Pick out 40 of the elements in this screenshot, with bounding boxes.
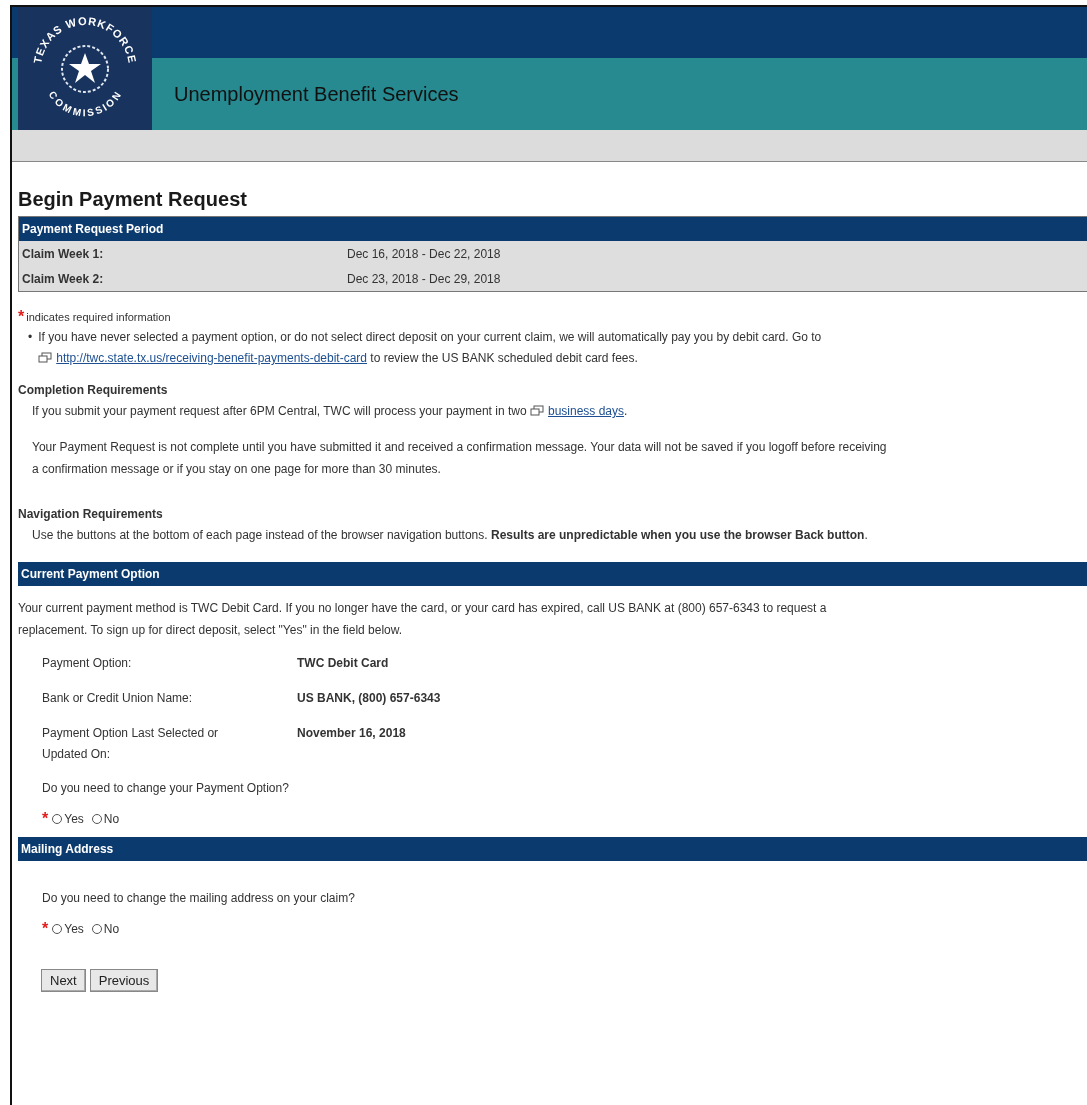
fees-link[interactable]: http://twc.state.tx.us/receiving-benefit-payments-debit-card [56,351,367,365]
row-label: Claim Week 1: [22,246,105,261]
question-text: Do you need to change the mailing address on your claim? [41,891,356,905]
previous-button[interactable]: Previous [89,969,159,992]
navigation-text: Use the buttons at the bottom of each page instead of the browser navigation buttons. Results are unpredictable when you use the browser Back button. [32,527,869,544]
required-note: indicates required information [26,311,171,323]
radio-option[interactable]: Yes [52,812,84,826]
next-button[interactable]: Next [41,969,86,992]
external-window-icon [530,405,544,416]
page-title: Begin Payment Request [18,188,248,211]
completion-text: If you submit your payment request after 6PM Central, TWC will process your payment in two [32,404,527,418]
section-heading: Navigation Requirements [18,506,164,523]
section-header: Mailing Address [18,837,1087,861]
bullet-text: to review the US BANK scheduled debit card fees. [370,351,638,365]
external-window-icon [38,352,53,363]
radio-option[interactable]: No [91,922,120,936]
required-mark: * [42,814,49,824]
question-text: Do you need to change your Payment Option? [41,781,290,795]
site-title: Unemployment Benefit Services [173,81,459,107]
required-mark: * [42,924,49,934]
bullet-marker: • [28,329,33,346]
field-value: US BANK, (800) 657-6343 [297,690,442,707]
date-range: Dec 16, 2018 - Dec 22, 2018 [347,246,502,261]
field-label: Payment Option Last Selected or Updated On: [42,725,220,763]
section-header: Payment Request Period [19,217,1087,241]
completion-note: Your Payment Request is not complete until you have submitted it and received a confirmation message. Your data will not be saved if you logoff before receiving a confirmation message or if you stay on one page for more than 30 minutes. [32,439,888,478]
section-header: Current Payment Option [18,562,1087,586]
radio-option[interactable]: Yes [52,922,84,936]
row-label: Claim Week 2: [22,271,105,286]
field-label: Payment Option: [42,655,133,672]
field-label: Bank or Credit Union Name: [42,690,194,707]
field-value: November 16, 2018 [297,725,407,742]
field-value: TWC Debit Card [297,655,390,672]
radio-option[interactable]: No [91,812,120,826]
required-mark: * [18,312,25,322]
period-mark: . [624,404,628,418]
date-range: Dec 23, 2018 - Dec 29, 2018 [347,271,502,286]
payment-intro: Your current payment method is TWC Debit Card. If you no longer have the card, or your card has expired, call US BANK at (800) 657-6343 to request a replacement. To sign up for direct deposit, select "Yes" in the field below. [18,600,828,639]
bullet-text: If you have never selected a payment option, or do not select direct deposit on your current claim, we will automatically pay you by debit card. Go to [38,330,822,344]
section-heading: Completion Requirements [18,382,169,399]
